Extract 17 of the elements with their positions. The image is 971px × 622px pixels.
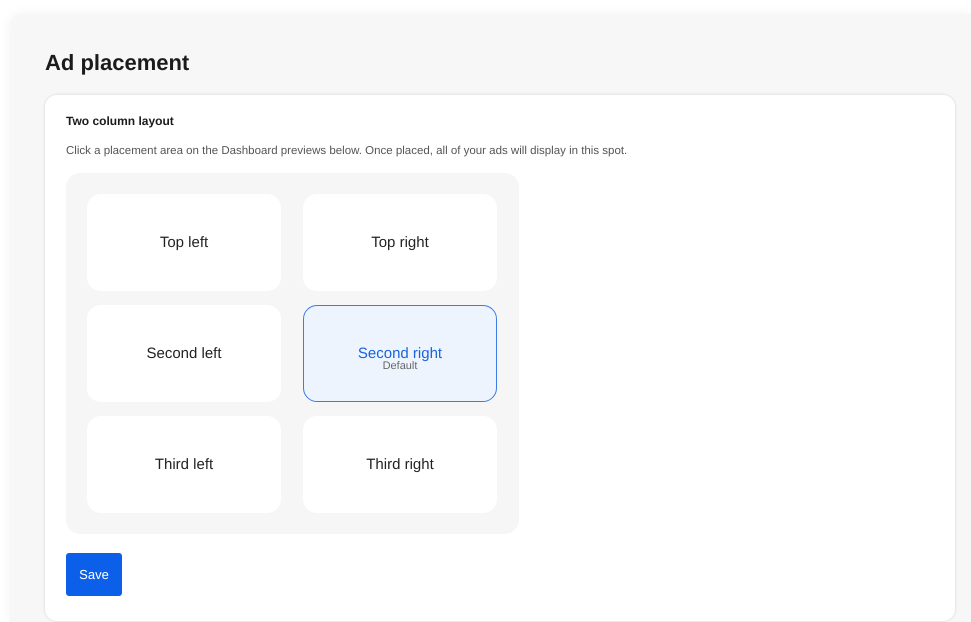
placement-label: Third right <box>366 456 434 473</box>
placement-label: Second right <box>358 345 442 362</box>
placement-label: Top left <box>160 234 208 251</box>
placement-tile[interactable]: Third left <box>87 416 281 513</box>
section-heading: Two column layout <box>66 113 174 129</box>
placement-tile[interactable]: Top right <box>303 194 497 291</box>
placement-tile[interactable]: Top left <box>87 194 281 291</box>
placement-label: Top right <box>371 234 429 251</box>
placement-label: Second left <box>146 345 222 362</box>
save-button[interactable]: Save <box>66 553 122 596</box>
default-label: Default <box>382 360 418 372</box>
placement-tile[interactable]: Second left <box>87 305 281 402</box>
description-text: Click a placement area on the Dashboard previews below. Once placed, all of your ads will display in this spot. <box>66 144 628 159</box>
placement-label: Third left <box>154 456 214 473</box>
page-title: Ad placement <box>45 49 190 77</box>
placement-tile[interactable]: Third right <box>303 416 497 513</box>
placement-tile[interactable]: Second right Default <box>303 305 497 402</box>
